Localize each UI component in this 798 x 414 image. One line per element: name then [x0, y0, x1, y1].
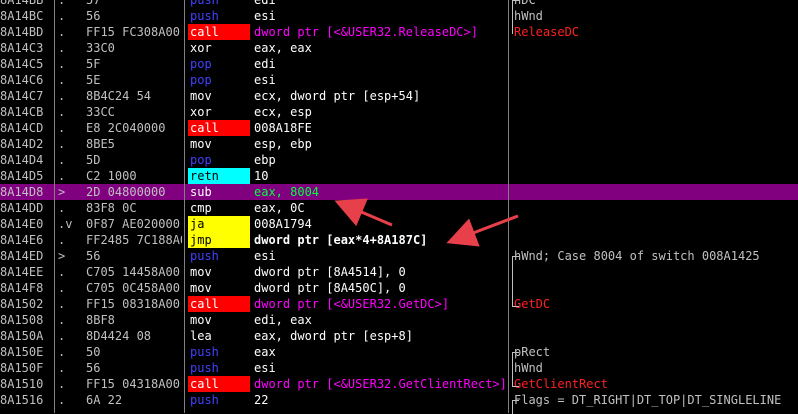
arrow-to-jmp-table	[446, 214, 519, 247]
annotation-arrows	[334, 198, 519, 247]
arrow-to-sub-eax-8004	[334, 198, 393, 227]
